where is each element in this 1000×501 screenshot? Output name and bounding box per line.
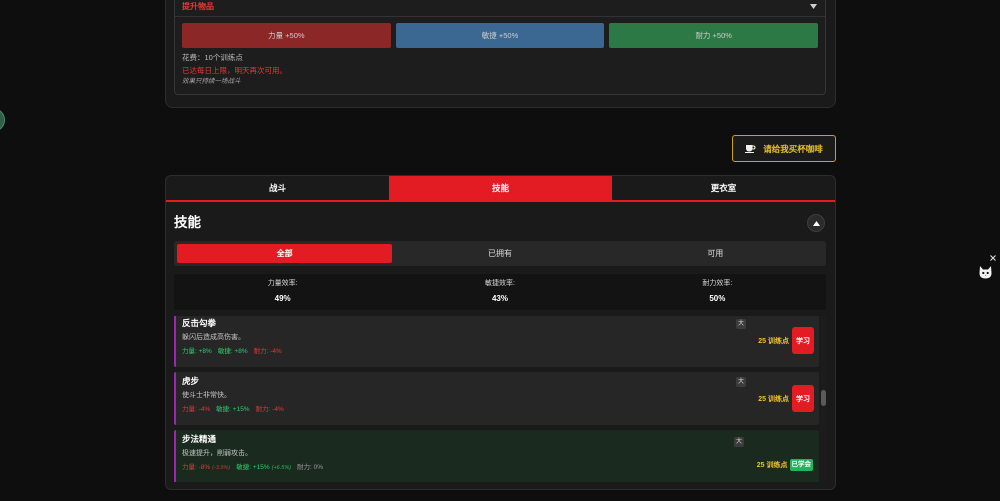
buy-coffee-button[interactable]: 请给我买杯咖啡 <box>732 135 836 162</box>
filter-available[interactable]: 可用 <box>608 244 823 263</box>
skill-filter-bar: 全部 已拥有 可用 <box>174 241 826 266</box>
skill-stat-modifiers: 力量: -8% (-3.9%) 敏捷: +15% (+6.5%) 耐力: 0% <box>182 463 323 473</box>
efficiency-stats: 力量效率: 49% 敏捷效率: 43% 耐力效率: 50% <box>174 274 826 310</box>
strength-efficiency-value: 49% <box>274 294 291 303</box>
boost-items-panel: 提升物品 力量 +50% 敏捷 +50% 耐力 +50% 花费：10个训练点 已… <box>165 0 836 108</box>
skill-action-group: 25 训练点 学习 <box>758 327 814 354</box>
stat-agility: 敏捷: +15% (+6.5%) <box>236 463 291 473</box>
stat-agility-value: 敏捷: +15% <box>236 464 270 471</box>
main-panel: 战斗 技能 更衣室 技能 全部 已拥有 可用 力量效率: 49% 敏捷效率: 4… <box>165 175 836 490</box>
boost-items-header[interactable]: 提升物品 <box>175 0 825 17</box>
stat-strength: 力量: +8% <box>182 348 212 355</box>
floating-side-button[interactable] <box>0 108 5 132</box>
daily-limit-notice: 已达每日上限，明天再次可用。 <box>182 66 287 75</box>
strength-efficiency-label: 力量效率: <box>267 280 298 287</box>
skill-description: 使斗士非常快。 <box>182 392 231 399</box>
boost-items-title: 提升物品 <box>182 2 214 11</box>
filter-owned[interactable]: 已拥有 <box>392 244 607 263</box>
stat-stamina: 耐力: 0% <box>297 464 324 471</box>
learn-skill-button[interactable]: 学习 <box>792 385 814 412</box>
tab-skills[interactable]: 技能 <box>389 176 612 200</box>
skill-card: 虎步 使斗士非常快。 力量: -4% 敏捷: +15% 耐力: -4% 大 25… <box>174 372 819 425</box>
chevron-up-icon <box>812 220 820 226</box>
stat-stamina: 耐力: -4% <box>253 348 282 355</box>
skill-card: 反击勾拳 躲闪后造成高伤害。 力量: +8% 敏捷: +8% 耐力: -4% 大… <box>174 316 819 367</box>
skill-name: 步法精通 <box>182 434 217 444</box>
scrollbar-thumb[interactable] <box>821 390 826 406</box>
stat-strength: 力量: -4% <box>182 406 211 413</box>
boost-cost-text: 花费：10个训练点 <box>182 53 243 62</box>
stamina-efficiency-label: 耐力效率: <box>702 280 733 287</box>
stamina-efficiency: 耐力效率: 50% <box>609 274 826 310</box>
agility-efficiency: 敏捷效率: 43% <box>391 274 608 310</box>
skill-stat-modifiers: 力量: -4% 敏捷: +15% 耐力: -4% <box>182 405 284 415</box>
boost-stamina-button[interactable]: 耐力 +50% <box>609 23 819 48</box>
stat-agility: 敏捷: +15% <box>216 406 250 413</box>
stat-strength-value: 力量: -8% <box>182 464 211 471</box>
skill-description: 躲闪后造成高伤害。 <box>182 334 245 341</box>
skill-name: 虎步 <box>182 376 200 386</box>
collapse-button[interactable] <box>807 214 825 232</box>
stat-agility: 敏捷: +8% <box>217 348 248 355</box>
size-badge: 大 <box>736 319 746 329</box>
skill-description: 极速提升，削弱攻击。 <box>182 450 252 457</box>
learned-status-badge: 已学会 <box>789 459 813 471</box>
filter-all[interactable]: 全部 <box>177 244 393 263</box>
tab-fight[interactable]: 战斗 <box>166 176 389 200</box>
tab-wardrobe[interactable]: 更衣室 <box>612 176 835 200</box>
stat-agility-effective: (+6.5%) <box>271 465 292 471</box>
boost-strength-button[interactable]: 力量 +50% <box>182 23 391 48</box>
skill-stat-modifiers: 力量: +8% 敏捷: +8% 耐力: -4% <box>182 347 282 357</box>
skill-list-scrollbar[interactable] <box>820 316 826 482</box>
strength-efficiency: 力量效率: 49% <box>174 274 391 310</box>
stat-strength-effective: (-3.9%) <box>212 465 231 471</box>
main-tabs: 战斗 技能 更衣室 <box>166 176 835 202</box>
training-point-cost: 25 训练点 <box>758 337 789 345</box>
skill-card: 步法精通 极速提升，削弱攻击。 力量: -8% (-3.9%) 敏捷: +15%(… <box>174 430 819 482</box>
agility-efficiency-value: 43% <box>491 294 508 303</box>
coffee-icon <box>745 144 756 153</box>
skill-action-group: 25 训练点 已学会 <box>757 459 813 471</box>
skills-heading: 技能 <box>174 215 201 230</box>
training-point-cost: 25 训练点 <box>756 462 788 469</box>
skill-items: 反击勾拳 躲闪后造成高伤害。 力量: +8% 敏捷: +8% 耐力: -4% 大… <box>174 316 819 482</box>
buy-coffee-label: 请给我买杯咖啡 <box>763 143 823 154</box>
stat-stamina: 耐力: -4% <box>255 406 284 413</box>
close-icon[interactable] <box>990 255 996 261</box>
boost-button-row: 力量 +50% 敏捷 +50% 耐力 +50% <box>182 23 819 48</box>
stamina-efficiency-value: 50% <box>709 294 726 303</box>
chevron-down-icon[interactable] <box>810 4 817 9</box>
size-badge: 大 <box>734 437 744 447</box>
agility-efficiency-label: 敏捷效率: <box>485 280 515 287</box>
size-badge: 大 <box>736 377 746 387</box>
boost-agility-button[interactable]: 敏捷 +50% <box>395 23 605 48</box>
stat-strength: 力量: -8% (-3.9%) <box>182 463 230 473</box>
training-point-cost: 25 训练点 <box>758 395 789 403</box>
skill-action-group: 25 训练点 学习 <box>758 385 814 412</box>
skill-list[interactable]: 反击勾拳 躲闪后造成高伤害。 力量: +8% 敏捷: +8% 耐力: -4% 大… <box>174 316 826 482</box>
effect-duration-note: 效果只持续一场战斗 <box>182 78 241 85</box>
learn-skill-button[interactable]: 学习 <box>792 327 814 354</box>
cat-icon[interactable] <box>978 265 993 280</box>
boost-items-card: 提升物品 力量 +50% 敏捷 +50% 耐力 +50% 花费：10个训练点 已… <box>174 0 826 95</box>
skill-name: 反击勾拳 <box>182 318 217 328</box>
